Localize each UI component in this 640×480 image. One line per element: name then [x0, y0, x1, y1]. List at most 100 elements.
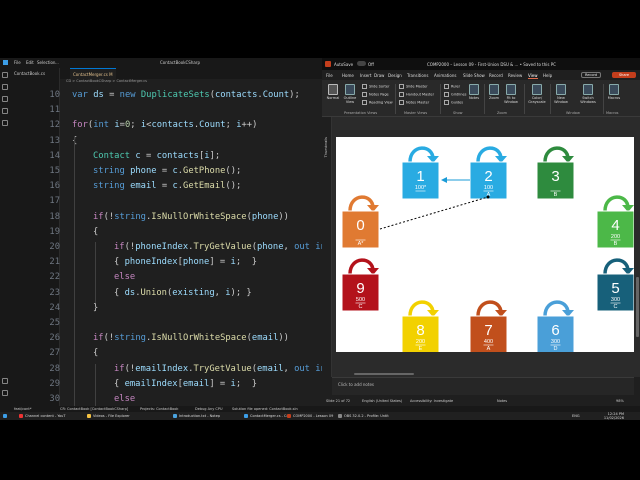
ribbon-tab-file[interactable]: File	[326, 73, 333, 78]
ribbon-tab-help[interactable]: Help	[543, 73, 552, 78]
menu-selection[interactable]: Selection	[37, 60, 55, 65]
normal-view-button[interactable]: Normal	[325, 84, 341, 100]
menu-edit[interactable]: Edit	[26, 60, 34, 65]
ribbon-tab-insert[interactable]: Insert	[360, 73, 371, 78]
gridlines-checkbox[interactable]: Gridlines	[444, 92, 467, 97]
code-line[interactable]: 18 if(!string.IsNullOrWhiteSpace(phone))	[49, 212, 322, 227]
vertical-scrollbar[interactable]	[635, 117, 640, 377]
menu-file[interactable]: File	[14, 60, 21, 65]
zoom-button[interactable]: Zoom	[487, 84, 501, 100]
ribbon-tab-transitions[interactable]: Transitions	[407, 73, 428, 78]
command-search[interactable]: ContactBookCSharp	[160, 60, 200, 65]
zoom-level[interactable]: 98%	[616, 399, 624, 403]
horizontal-scrollbar[interactable]	[334, 372, 630, 376]
code-line[interactable]: 17	[49, 196, 322, 211]
notes-pane[interactable]: Click to add notes	[332, 377, 634, 395]
handout-master-button[interactable]: Handout Master	[399, 92, 434, 97]
account-icon[interactable]	[2, 378, 8, 384]
code-line[interactable]: 25	[49, 318, 322, 333]
language-indicator[interactable]: English (United States)	[362, 399, 402, 403]
notes-toggle[interactable]: Notes	[497, 399, 507, 403]
code-line[interactable]: 23 { ds.Union(existing, i); }	[49, 288, 322, 303]
self-loop-arrow	[348, 195, 375, 212]
breadcrumb[interactable]: CD > ContactBookCSharp > ContactMerger.c…	[60, 79, 322, 86]
switch-windows-button[interactable]: Switch Windows	[578, 84, 598, 104]
guides-checkbox[interactable]: Guides	[444, 100, 463, 105]
code-line[interactable]: 10 var ds = new DuplicateSets(contacts.Co…	[49, 90, 322, 105]
scroll-thumb[interactable]	[636, 277, 639, 337]
taskbar-app[interactable]: Channel content - YouT	[18, 413, 66, 419]
taskbar-app[interactable]: Videos - File Explorer	[86, 413, 130, 419]
code-line[interactable]: 26 if(!string.IsNullOrWhiteSpace(email))	[49, 333, 322, 348]
autosave-toggle[interactable]	[357, 61, 366, 66]
code-line[interactable]: 13{	[49, 136, 322, 151]
macros-button[interactable]: Macros	[606, 84, 622, 100]
accessibility-status[interactable]: Accessibility: Investigate	[410, 399, 453, 403]
code-line[interactable]: 11	[49, 105, 322, 120]
code-line[interactable]: 15 string phone = c.GetPhone();	[49, 166, 322, 181]
code-line[interactable]: 20 if(!phoneIndex.TryGetValue(phone, out …	[49, 242, 322, 257]
source-control-icon[interactable]	[2, 96, 8, 102]
fit-to-window-button[interactable]: Fit to Window	[502, 84, 520, 104]
code-token: contacts	[215, 90, 258, 100]
taskbar-app[interactable]: ContactMerger.cs - Co	[243, 413, 289, 419]
projects-status[interactable]: Projects: ContactBook	[140, 407, 178, 411]
clock[interactable]: 12:24 PM 11/02/2026	[604, 412, 624, 420]
record-button[interactable]: Record	[581, 72, 602, 78]
self-loop-arrow	[603, 195, 630, 212]
new-window-button[interactable]: New Window	[553, 84, 569, 104]
code-line[interactable]: 19 {	[49, 227, 322, 242]
node-letter: B	[554, 192, 558, 198]
debug-icon[interactable]	[2, 108, 8, 114]
taskbar-app[interactable]: OBS 32.0.2 - Profile: Untit	[337, 413, 389, 419]
code-line[interactable]: 29 { emailIndex[email] = i; }	[49, 379, 322, 394]
ribbon-tab-view[interactable]: View	[528, 73, 538, 79]
share-button[interactable]: Share	[612, 72, 636, 78]
taskbar-app[interactable]: COMP2000 - Lesson 09	[286, 413, 333, 419]
ruler-checkbox[interactable]: Ruler	[444, 84, 460, 89]
slide-canvas[interactable]: 1 100* 2 100 A 3 B 4 200 B 5 300 C 6 300 D 7 400 A 8 200 E 9 50…	[332, 117, 640, 377]
ribbon-tab-design[interactable]: Design	[388, 73, 402, 78]
code-line[interactable]: 24}	[49, 303, 322, 318]
code-line[interactable]: 27 {	[49, 348, 322, 363]
taskbar-app[interactable]: Introduction.txt - Notep	[172, 413, 220, 419]
scroll-thumb[interactable]	[354, 373, 414, 375]
outline-view-button[interactable]: Outline View	[342, 84, 358, 104]
slide-sorter-button[interactable]: Slide Sorter	[362, 84, 389, 89]
code-line[interactable]: 28 if(!emailIndex.TryGetValue(email, out …	[49, 364, 322, 379]
menu-more[interactable]: ...	[55, 60, 59, 65]
code-line[interactable]: 22 else	[49, 272, 322, 287]
config-status[interactable]: Debug Any CPU	[195, 407, 223, 411]
notes-master-button[interactable]: Notes Master	[399, 100, 429, 105]
start-button[interactable]	[2, 413, 9, 419]
language-tray[interactable]: ENG	[572, 414, 580, 418]
notes-button[interactable]: Notes	[467, 84, 481, 100]
ribbon-tab-home[interactable]: Home	[342, 73, 354, 78]
ribbon-tab-review[interactable]: Review	[508, 73, 522, 78]
file-contactbook[interactable]: ContactBook.cs	[14, 71, 45, 76]
thumbnails-pane[interactable]: Thumbnails	[322, 117, 332, 377]
color-grayscale-button[interactable]: Color/ Grayscale	[527, 84, 547, 104]
code-line[interactable]: 14 Contact c = contacts[i];	[49, 151, 322, 166]
slide-master-button[interactable]: Slide Master	[399, 84, 428, 89]
reading-view-button[interactable]: Reading View	[362, 100, 393, 105]
ribbon-tab-slide-show[interactable]: Slide Show	[463, 73, 485, 78]
git-branch[interactable]: feat/cont*	[14, 407, 32, 411]
code-line[interactable]: 21 { phoneIndex[phone] = i; }	[49, 257, 322, 272]
ribbon-tab-animations[interactable]: Animations	[434, 73, 456, 78]
code-line[interactable]: 30 else	[49, 394, 322, 406]
notes-page-button[interactable]: Notes Page	[362, 92, 389, 97]
code-line[interactable]: 16 string email = c.GetEmail();	[49, 181, 322, 196]
solution-status[interactable]: CR: ContactBook [ContactBookCSharp]	[60, 407, 128, 411]
ribbon-tab-record[interactable]: Record	[489, 73, 503, 78]
ribbon-tab-draw[interactable]: Draw	[374, 73, 384, 78]
search-icon[interactable]	[2, 84, 8, 90]
extensions-icon[interactable]	[2, 120, 8, 126]
slide[interactable]: 1100*2100A3B4200B5300C6300D7400A8200E950…	[336, 137, 634, 352]
settings-gear-icon[interactable]	[2, 390, 8, 396]
tab-contactmerger[interactable]: ContactMerger.cs M	[70, 68, 116, 79]
code-line[interactable]: 12 for(int i=0; i<contacts.Count; i++)	[49, 120, 322, 135]
code-editor[interactable]: 10 var ds = new DuplicateSets(contacts.Co…	[49, 86, 322, 406]
ribbon-separator	[484, 84, 485, 114]
explorer-icon[interactable]	[2, 72, 8, 78]
